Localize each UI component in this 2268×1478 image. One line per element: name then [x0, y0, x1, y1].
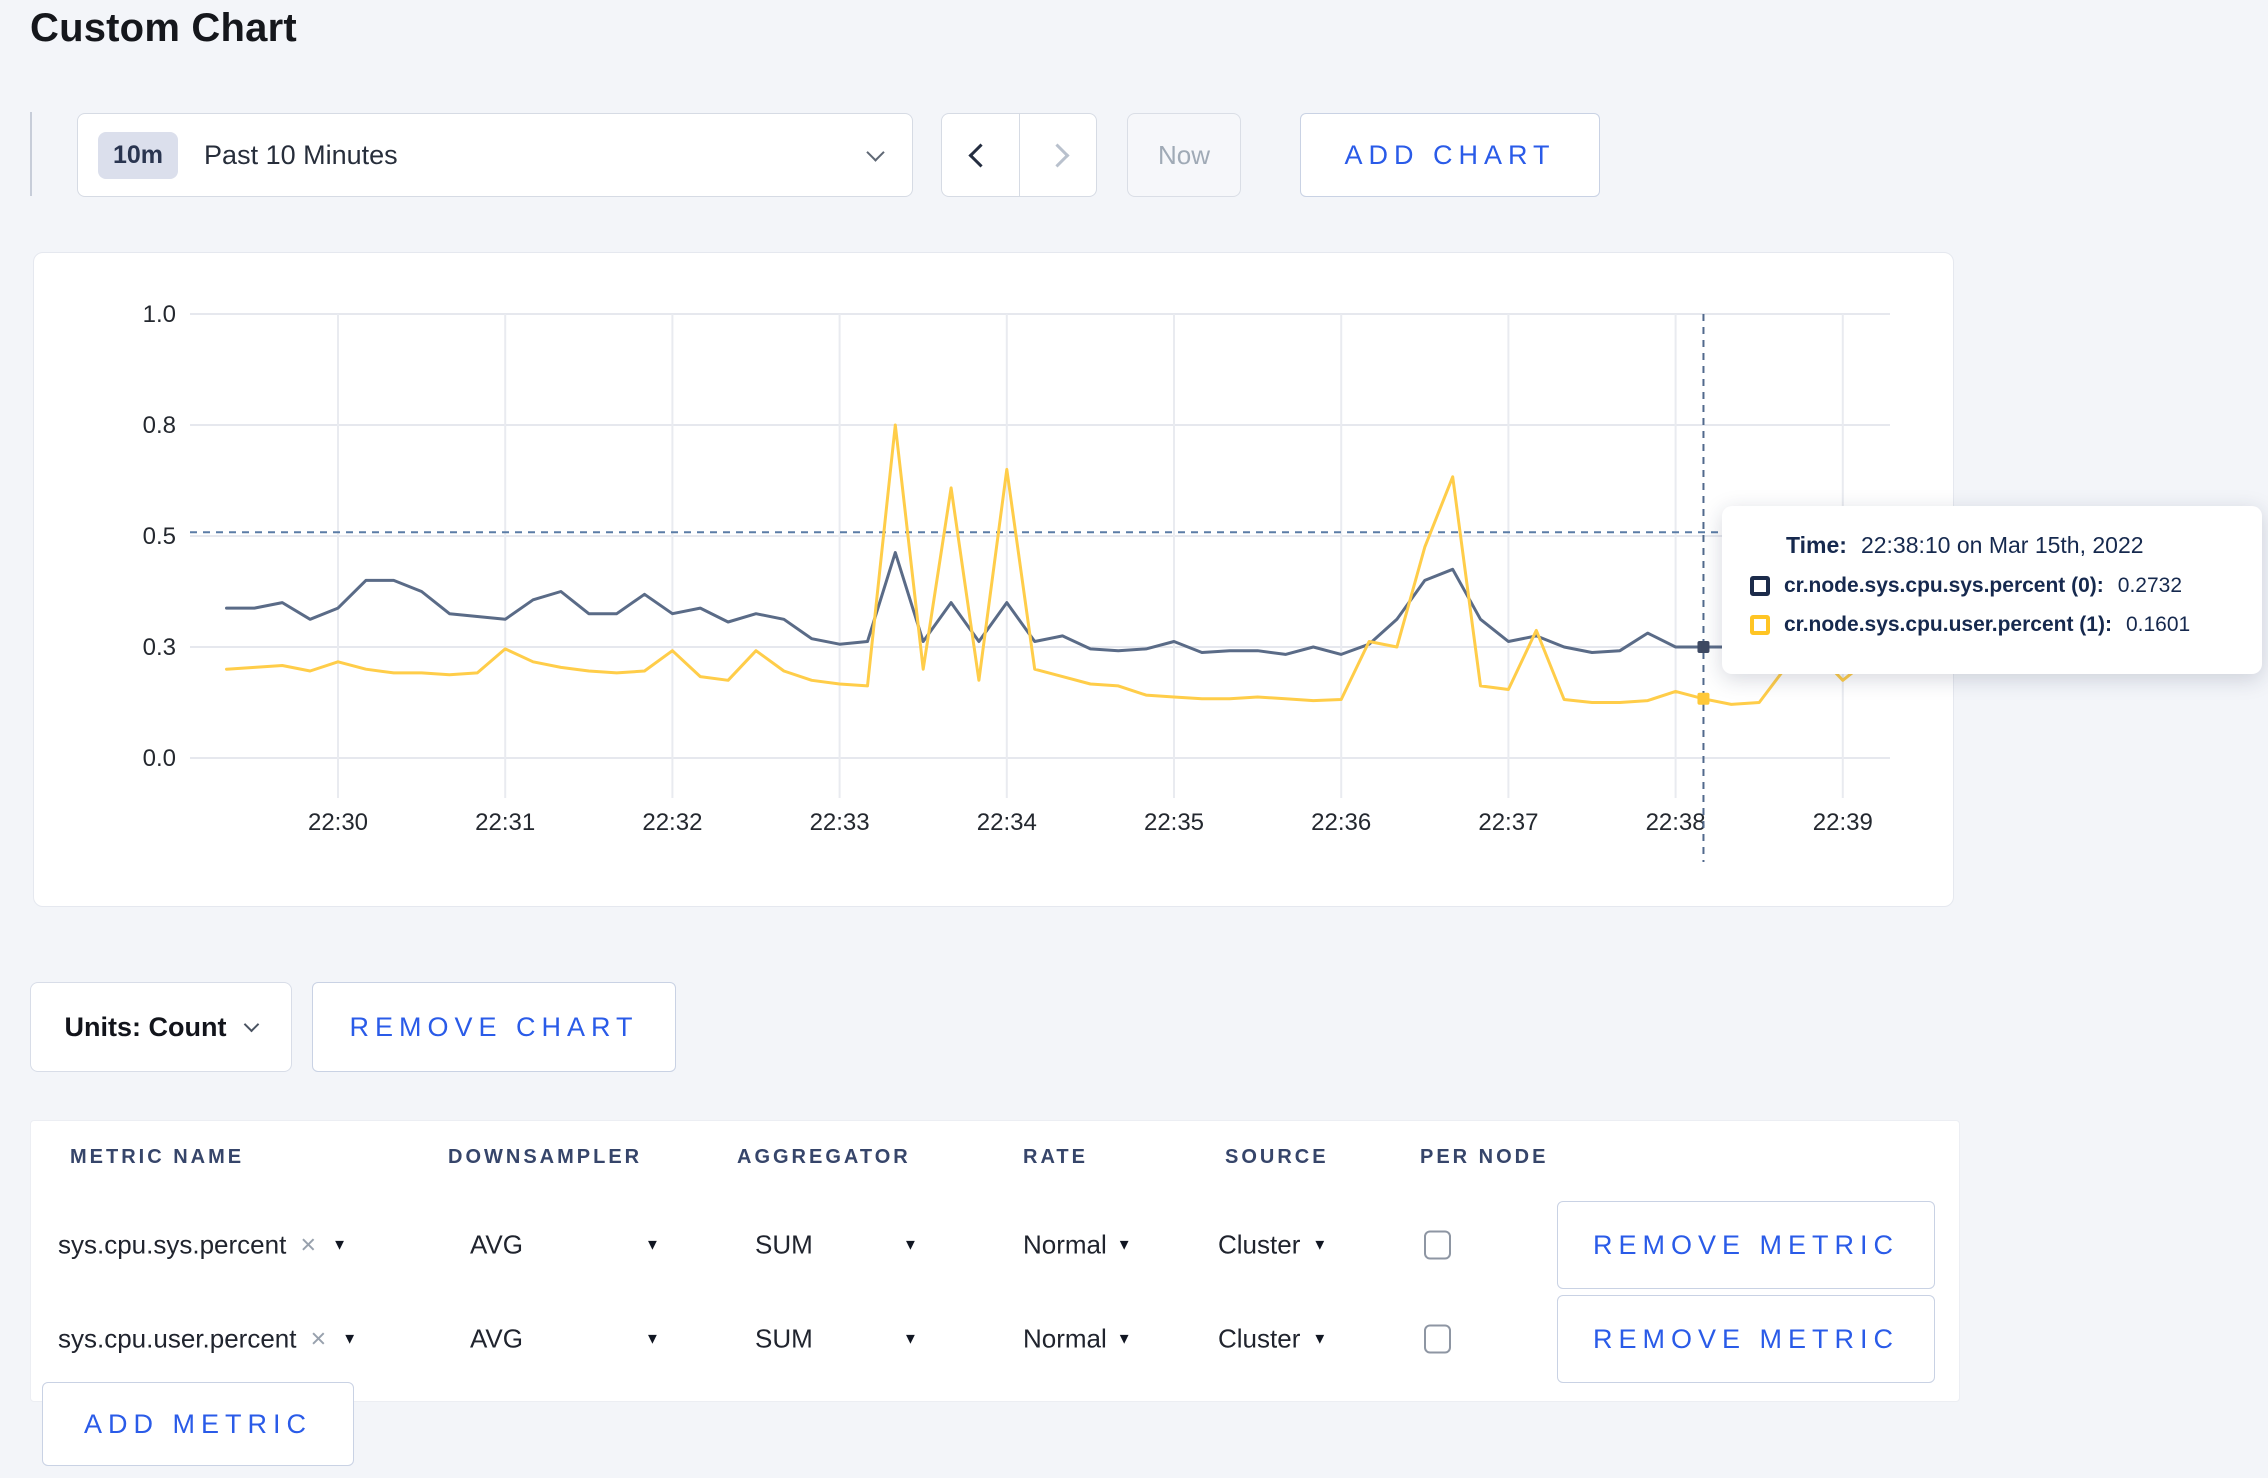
clear-metric-icon[interactable]: × — [310, 1324, 326, 1355]
metric-name-select[interactable]: sys.cpu.sys.percent × ▼ — [58, 1230, 347, 1261]
chevron-down-icon — [244, 1016, 260, 1032]
page-title: Custom Chart — [30, 6, 297, 50]
caret-down-icon: ▼ — [1312, 1236, 1328, 1254]
add-chart-button[interactable]: ADD CHART — [1300, 113, 1600, 197]
toolbar-divider — [30, 112, 32, 196]
source-select[interactable]: Cluster ▼ — [1218, 1230, 1327, 1261]
user-series-swatch-icon — [1750, 615, 1770, 635]
tooltip-series-name: cr.node.sys.cpu.user.percent (1): — [1784, 613, 2112, 636]
chart-tooltip: Time: 22:38:10 on Mar 15th, 2022 cr.node… — [1722, 506, 2262, 674]
chevron-right-icon — [1045, 142, 1070, 168]
downsampler-label: AVG — [470, 1323, 523, 1354]
caret-down-icon: ▼ — [645, 1236, 660, 1254]
prev-time-button[interactable] — [942, 114, 1020, 196]
units-label: Units: Count — [64, 1011, 227, 1042]
source-label: Cluster — [1218, 1323, 1301, 1354]
tooltip-series-value: 0.1601 — [2125, 613, 2191, 636]
rate-label: Normal — [1023, 1323, 1107, 1354]
remove-metric-button[interactable]: REMOVE METRIC — [1557, 1295, 1935, 1383]
tooltip-series-value: 0.2732 — [2117, 574, 2183, 597]
metric-name: sys.cpu.sys.percent — [58, 1229, 287, 1260]
caret-down-icon: ▼ — [903, 1330, 918, 1348]
aggregator-label: SUM — [755, 1323, 813, 1354]
clear-metric-icon[interactable]: × — [300, 1230, 316, 1261]
next-time-button[interactable] — [1020, 114, 1097, 196]
aggregator-select[interactable]: ▼ — [903, 1331, 918, 1348]
time-window-badge: 10m — [98, 131, 179, 179]
chevron-left-icon — [968, 142, 993, 168]
time-window-selector[interactable]: 10m Past 10 Minutes — [77, 113, 913, 197]
tooltip-time-label: Time: — [1786, 532, 1847, 558]
source-label: Cluster — [1218, 1229, 1301, 1260]
remove-chart-button[interactable]: REMOVE CHART — [312, 982, 676, 1072]
tooltip-series-row: cr.node.sys.cpu.user.percent (1): 0.1601 — [1750, 613, 2234, 637]
rate-select[interactable]: Normal ▼ — [1023, 1230, 1132, 1261]
chart-card[interactable] — [33, 252, 1954, 907]
time-window-label: Past 10 Minutes — [204, 139, 398, 170]
caret-down-icon: ▼ — [1116, 1330, 1132, 1348]
tooltip-time-value: 22:38:10 on Mar 15th, 2022 — [1860, 532, 2144, 558]
add-metric-button[interactable]: ADD METRIC — [42, 1382, 354, 1466]
caret-down-icon: ▼ — [645, 1330, 660, 1348]
caret-down-icon[interactable]: ▼ — [332, 1237, 347, 1254]
col-header-downsampler: DOWNSAMPLER — [448, 1146, 643, 1168]
units-dropdown[interactable]: Units: Count — [30, 982, 292, 1072]
col-header-rate: RATE — [1023, 1146, 1088, 1168]
metric-name-select[interactable]: sys.cpu.user.percent × ▼ — [58, 1324, 357, 1355]
metric-row: sys.cpu.sys.percent × ▼ AVG ▼ SUM ▼ Norm… — [30, 1200, 1960, 1290]
time-nav-group — [941, 113, 1097, 197]
col-header-source: SOURCE — [1225, 1146, 1329, 1168]
source-select[interactable]: Cluster ▼ — [1218, 1324, 1327, 1355]
caret-down-icon: ▼ — [1312, 1330, 1328, 1348]
sys-series-swatch-icon — [1750, 576, 1770, 596]
tooltip-series-name: cr.node.sys.cpu.sys.percent (0): — [1784, 574, 2104, 597]
caret-down-icon: ▼ — [1116, 1236, 1132, 1254]
metric-row: sys.cpu.user.percent × ▼ AVG ▼ SUM ▼ Nor… — [30, 1294, 1960, 1384]
remove-metric-button[interactable]: REMOVE METRIC — [1557, 1201, 1935, 1289]
rate-select[interactable]: Normal ▼ — [1023, 1324, 1132, 1355]
caret-down-icon: ▼ — [903, 1236, 918, 1254]
per-node-checkbox[interactable] — [1424, 1324, 1451, 1354]
aggregator-select[interactable]: ▼ — [903, 1237, 918, 1254]
rate-label: Normal — [1023, 1229, 1107, 1260]
per-node-checkbox[interactable] — [1424, 1230, 1451, 1260]
aggregator-label: SUM — [755, 1229, 813, 1260]
col-header-aggregator: AGGREGATOR — [737, 1146, 911, 1168]
caret-down-icon[interactable]: ▼ — [342, 1331, 357, 1348]
now-button[interactable]: Now — [1127, 113, 1241, 197]
col-header-per-node: PER NODE — [1420, 1146, 1549, 1168]
tooltip-time-row: Time: 22:38:10 on Mar 15th, 2022 — [1786, 532, 2234, 559]
tooltip-series-row: cr.node.sys.cpu.sys.percent (0): 0.2732 — [1750, 574, 2234, 598]
metric-name: sys.cpu.user.percent — [58, 1323, 297, 1354]
downsampler-label: AVG — [470, 1229, 523, 1260]
downsampler-select[interactable]: ▼ — [645, 1237, 660, 1254]
chevron-down-icon — [866, 142, 885, 162]
downsampler-select[interactable]: ▼ — [645, 1331, 660, 1348]
col-header-metric-name: METRIC NAME — [70, 1146, 245, 1168]
